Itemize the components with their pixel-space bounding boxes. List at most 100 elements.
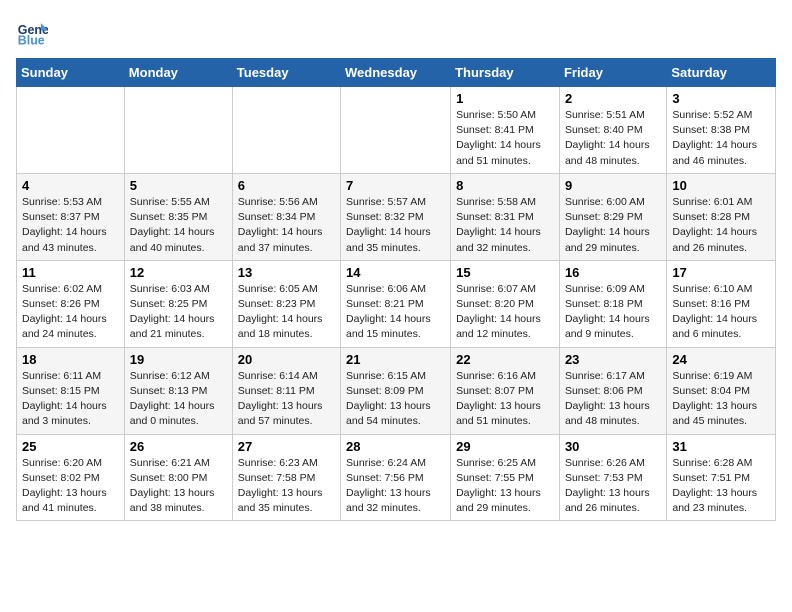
week-row-3: 18 Sunrise: 6:11 AM Sunset: 8:15 PM Dayli… [17,347,776,434]
day-info: Sunrise: 6:17 AM Sunset: 8:06 PM Dayligh… [565,369,661,430]
header-friday: Friday [559,59,666,87]
day-info: Sunrise: 6:00 AM Sunset: 8:29 PM Dayligh… [565,195,661,256]
day-info: Sunrise: 5:56 AM Sunset: 8:34 PM Dayligh… [238,195,335,256]
calendar-cell: 28 Sunrise: 6:24 AM Sunset: 7:56 PM Dayli… [341,434,451,521]
day-number: 10 [672,178,770,193]
calendar-cell: 31 Sunrise: 6:28 AM Sunset: 7:51 PM Dayli… [667,434,776,521]
calendar-cell: 22 Sunrise: 6:16 AM Sunset: 8:07 PM Dayli… [451,347,560,434]
day-number: 19 [130,352,227,367]
calendar-cell: 14Sunrise: 6:06 AM Sunset: 8:21 PM Dayli… [341,260,451,347]
day-info: Sunrise: 6:24 AM Sunset: 7:56 PM Dayligh… [346,456,445,517]
calendar-cell: 21Sunrise: 6:15 AM Sunset: 8:09 PM Dayli… [341,347,451,434]
logo: General Blue [16,16,52,48]
day-info: Sunrise: 5:55 AM Sunset: 8:35 PM Dayligh… [130,195,227,256]
header-sunday: Sunday [17,59,125,87]
day-number: 12 [130,265,227,280]
header-monday: Monday [124,59,232,87]
day-number: 24 [672,352,770,367]
day-info: Sunrise: 6:16 AM Sunset: 8:07 PM Dayligh… [456,369,554,430]
calendar-body: 1 Sunrise: 5:50 AM Sunset: 8:41 PM Daylig… [17,87,776,521]
week-row-0: 1 Sunrise: 5:50 AM Sunset: 8:41 PM Daylig… [17,87,776,174]
day-number: 8 [456,178,554,193]
calendar-cell: 27 Sunrise: 6:23 AM Sunset: 7:58 PM Dayli… [232,434,340,521]
day-number: 11 [22,265,119,280]
day-number: 29 [456,439,554,454]
week-row-4: 25Sunrise: 6:20 AM Sunset: 8:02 PM Dayli… [17,434,776,521]
calendar-cell: 8 Sunrise: 5:58 AM Sunset: 8:31 PM Daylig… [451,173,560,260]
day-info: Sunrise: 6:10 AM Sunset: 8:16 PM Dayligh… [672,282,770,343]
day-info: Sunrise: 6:23 AM Sunset: 7:58 PM Dayligh… [238,456,335,517]
calendar-cell: 26 Sunrise: 6:21 AM Sunset: 8:00 PM Dayli… [124,434,232,521]
calendar-table: SundayMondayTuesdayWednesdayThursdayFrid… [16,58,776,521]
header-wednesday: Wednesday [341,59,451,87]
calendar-cell: 20 Sunrise: 6:14 AM Sunset: 8:11 PM Dayli… [232,347,340,434]
day-info: Sunrise: 6:01 AM Sunset: 8:28 PM Dayligh… [672,195,770,256]
header-thursday: Thursday [451,59,560,87]
calendar-cell: 10 Sunrise: 6:01 AM Sunset: 8:28 PM Dayli… [667,173,776,260]
day-number: 31 [672,439,770,454]
day-info: Sunrise: 6:19 AM Sunset: 8:04 PM Dayligh… [672,369,770,430]
day-info: Sunrise: 6:05 AM Sunset: 8:23 PM Dayligh… [238,282,335,343]
calendar-cell: 19 Sunrise: 6:12 AM Sunset: 8:13 PM Dayli… [124,347,232,434]
day-number: 1 [456,91,554,106]
logo-icon: General Blue [16,16,48,48]
day-info: Sunrise: 6:06 AM Sunset: 8:21 PM Dayligh… [346,282,445,343]
calendar-cell: 15Sunrise: 6:07 AM Sunset: 8:20 PM Dayli… [451,260,560,347]
calendar-cell: 25Sunrise: 6:20 AM Sunset: 8:02 PM Dayli… [17,434,125,521]
calendar-cell: 9 Sunrise: 6:00 AM Sunset: 8:29 PM Daylig… [559,173,666,260]
day-info: Sunrise: 5:51 AM Sunset: 8:40 PM Dayligh… [565,108,661,169]
day-number: 13 [238,265,335,280]
day-info: Sunrise: 6:02 AM Sunset: 8:26 PM Dayligh… [22,282,119,343]
calendar-cell: 18 Sunrise: 6:11 AM Sunset: 8:15 PM Dayli… [17,347,125,434]
calendar-cell: 4Sunrise: 5:53 AM Sunset: 8:37 PM Daylig… [17,173,125,260]
day-info: Sunrise: 5:58 AM Sunset: 8:31 PM Dayligh… [456,195,554,256]
calendar-cell: 3Sunrise: 5:52 AM Sunset: 8:38 PM Daylig… [667,87,776,174]
day-number: 20 [238,352,335,367]
day-number: 2 [565,91,661,106]
day-number: 30 [565,439,661,454]
day-info: Sunrise: 6:11 AM Sunset: 8:15 PM Dayligh… [22,369,119,430]
day-number: 22 [456,352,554,367]
day-number: 15 [456,265,554,280]
day-number: 26 [130,439,227,454]
page-header: General Blue [16,16,776,48]
day-number: 5 [130,178,227,193]
header-row: SundayMondayTuesdayWednesdayThursdayFrid… [17,59,776,87]
calendar-cell: 17 Sunrise: 6:10 AM Sunset: 8:16 PM Dayli… [667,260,776,347]
day-info: Sunrise: 6:28 AM Sunset: 7:51 PM Dayligh… [672,456,770,517]
calendar-header: SundayMondayTuesdayWednesdayThursdayFrid… [17,59,776,87]
calendar-cell [124,87,232,174]
day-info: Sunrise: 5:53 AM Sunset: 8:37 PM Dayligh… [22,195,119,256]
day-info: Sunrise: 6:12 AM Sunset: 8:13 PM Dayligh… [130,369,227,430]
day-number: 9 [565,178,661,193]
day-number: 16 [565,265,661,280]
day-info: Sunrise: 5:50 AM Sunset: 8:41 PM Dayligh… [456,108,554,169]
week-row-2: 11 Sunrise: 6:02 AM Sunset: 8:26 PM Dayli… [17,260,776,347]
day-number: 28 [346,439,445,454]
calendar-cell: 12Sunrise: 6:03 AM Sunset: 8:25 PM Dayli… [124,260,232,347]
calendar-cell: 11 Sunrise: 6:02 AM Sunset: 8:26 PM Dayli… [17,260,125,347]
header-saturday: Saturday [667,59,776,87]
header-tuesday: Tuesday [232,59,340,87]
calendar-cell: 16Sunrise: 6:09 AM Sunset: 8:18 PM Dayli… [559,260,666,347]
day-info: Sunrise: 6:14 AM Sunset: 8:11 PM Dayligh… [238,369,335,430]
day-number: 17 [672,265,770,280]
calendar-cell: 7Sunrise: 5:57 AM Sunset: 8:32 PM Daylig… [341,173,451,260]
calendar-cell: 23 Sunrise: 6:17 AM Sunset: 8:06 PM Dayli… [559,347,666,434]
day-number: 6 [238,178,335,193]
day-number: 18 [22,352,119,367]
calendar-cell [17,87,125,174]
day-number: 25 [22,439,119,454]
day-number: 23 [565,352,661,367]
week-row-1: 4Sunrise: 5:53 AM Sunset: 8:37 PM Daylig… [17,173,776,260]
calendar-cell: 29 Sunrise: 6:25 AM Sunset: 7:55 PM Dayli… [451,434,560,521]
calendar-cell: 1 Sunrise: 5:50 AM Sunset: 8:41 PM Daylig… [451,87,560,174]
calendar-cell [341,87,451,174]
day-info: Sunrise: 6:25 AM Sunset: 7:55 PM Dayligh… [456,456,554,517]
day-info: Sunrise: 6:15 AM Sunset: 8:09 PM Dayligh… [346,369,445,430]
day-info: Sunrise: 6:26 AM Sunset: 7:53 PM Dayligh… [565,456,661,517]
day-number: 27 [238,439,335,454]
calendar-cell: 30 Sunrise: 6:26 AM Sunset: 7:53 PM Dayli… [559,434,666,521]
day-number: 3 [672,91,770,106]
day-info: Sunrise: 6:21 AM Sunset: 8:00 PM Dayligh… [130,456,227,517]
